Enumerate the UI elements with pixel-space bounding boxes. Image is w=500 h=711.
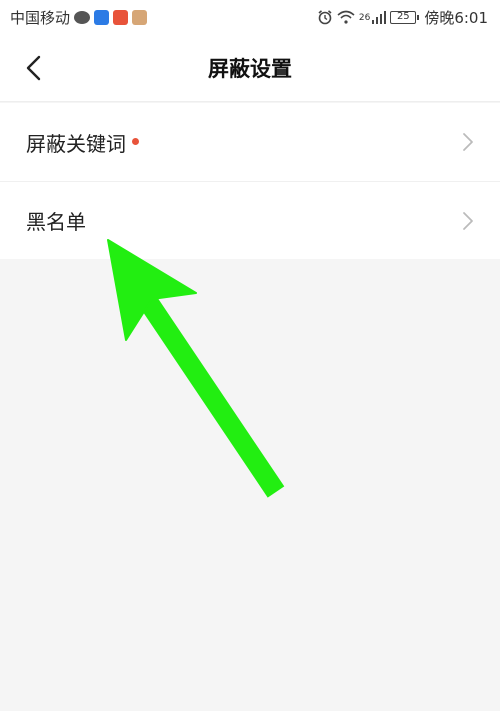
status-bar-left: 中国移动 bbox=[10, 7, 148, 28]
chat-notification-icon bbox=[74, 10, 91, 24]
status-bar-right: 26 25 傍晚6:01 bbox=[317, 7, 488, 28]
alarm-icon bbox=[318, 10, 332, 25]
news-app-icon bbox=[113, 9, 129, 25]
back-button[interactable] bbox=[18, 52, 48, 84]
clock-label: 傍晚6:01 bbox=[424, 8, 488, 27]
wifi-icon bbox=[337, 10, 355, 24]
blacklist-item[interactable]: 黑名单 bbox=[0, 181, 500, 259]
new-badge-dot bbox=[132, 137, 139, 145]
settings-list: 屏蔽关键词 黑名单 bbox=[0, 103, 500, 259]
carrier-label: 中国移动 bbox=[10, 8, 71, 27]
photo-app-icon bbox=[132, 9, 148, 25]
chevron-right-icon bbox=[463, 212, 473, 230]
battery-icon: 25 bbox=[390, 10, 420, 24]
signal-icon bbox=[372, 11, 387, 24]
status-bar: 中国移动 26 25 傍晚6:01 bbox=[0, 0, 500, 34]
blocked-keywords-label: 屏蔽关键词 bbox=[26, 131, 126, 156]
chevron-left-icon bbox=[26, 55, 41, 81]
network-type-label: 26 bbox=[358, 12, 371, 23]
shield-app-icon bbox=[94, 9, 110, 25]
page-header: 屏蔽设置 bbox=[0, 34, 500, 102]
page-title: 屏蔽设置 bbox=[208, 56, 292, 81]
blocked-keywords-item[interactable]: 屏蔽关键词 bbox=[0, 103, 500, 181]
chevron-right-icon bbox=[463, 133, 473, 151]
blacklist-label: 黑名单 bbox=[26, 210, 86, 234]
